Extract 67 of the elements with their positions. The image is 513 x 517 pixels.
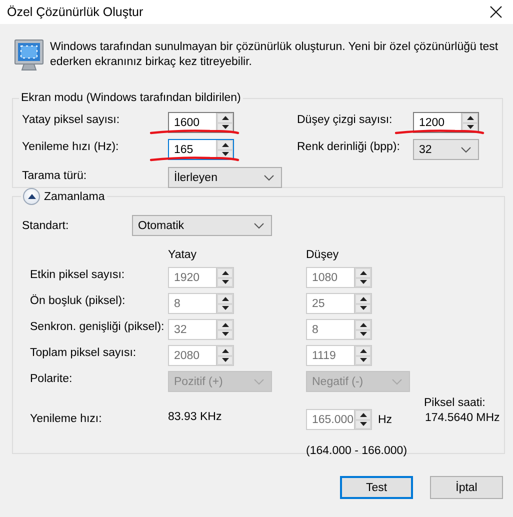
field-label: Tarama türü:: [22, 169, 88, 184]
column-header: Düşey: [306, 248, 340, 262]
spin-up-button[interactable]: [217, 113, 233, 122]
down-arrow-icon: [222, 280, 228, 284]
up-arrow-icon: [360, 412, 366, 417]
down-arrow-icon: [222, 332, 228, 336]
up-arrow-icon: [466, 116, 474, 120]
chevron-down-icon: [392, 378, 402, 384]
up-arrow-icon: [360, 270, 366, 275]
field-label: Piksel saati:: [424, 397, 486, 409]
up-arrow-icon: [360, 322, 366, 327]
unit-label: Hz: [378, 414, 392, 426]
field-label: Standart:: [22, 220, 70, 232]
dialog-button[interactable]: İptal: [430, 476, 503, 499]
dropdown[interactable]: İlerleyen: [168, 167, 282, 188]
monitor-icon: [14, 39, 44, 71]
value-text: 83.93 KHz: [168, 411, 223, 423]
up-arrow-icon: [222, 296, 228, 301]
column-header: Yatay: [168, 248, 198, 262]
up-arrow-icon: [222, 142, 228, 147]
range-text: (164.000 - 166.000): [306, 445, 408, 457]
dropdown[interactable]: Otomatik: [132, 215, 272, 236]
field-label: Senkron. genişliği (piksel):: [30, 320, 166, 335]
up-arrow-icon: [222, 270, 228, 275]
field-label: Yatay piksel sayısı:: [22, 113, 121, 128]
chevron-down-icon: [264, 174, 274, 180]
dropdown[interactable]: 32: [413, 139, 479, 160]
down-arrow-icon: [466, 125, 474, 130]
down-arrow-icon: [222, 152, 228, 156]
down-arrow-icon: [360, 306, 366, 310]
chevron-down-icon: [254, 222, 264, 228]
down-arrow-icon: [360, 358, 366, 362]
field-label: Yenileme hızı (Hz):: [22, 140, 120, 155]
value-text: 174.5640 MHz: [424, 412, 501, 424]
close-icon: [490, 6, 502, 18]
up-arrow-icon: [222, 322, 228, 327]
down-arrow-icon: [222, 125, 228, 130]
up-arrow-icon: [222, 348, 228, 353]
chevron-down-icon: [254, 378, 264, 384]
spin-field[interactable]: 1600: [168, 112, 234, 133]
up-arrow-icon: [28, 194, 36, 199]
spin-field[interactable]: 1200: [413, 112, 479, 133]
down-arrow-icon: [360, 422, 366, 426]
down-arrow-icon: [222, 358, 228, 362]
down-arrow-icon: [360, 332, 366, 336]
spin-up-button[interactable]: [217, 140, 233, 150]
chevron-down-icon: [461, 146, 471, 152]
collapse-button[interactable]: [23, 188, 40, 205]
spin-field[interactable]: 165: [168, 139, 234, 160]
down-arrow-icon: [360, 280, 366, 284]
description-text: Windows tarafından sunulmayan bir çözünürlük oluşturun. Yeni bir özel çözünürlüğü test ederken ekranınız birkaç kez titreyebilir.: [50, 40, 500, 70]
field-label: Yenileme hızı:: [30, 412, 103, 427]
section-title: Zamanlama: [44, 190, 105, 202]
field-label: Ön boşluk (piksel):: [30, 293, 126, 309]
window-title: Özel Çözünürlük Oluştur: [7, 5, 144, 19]
field-label: Renk derinliği (bpp):: [297, 140, 401, 155]
dialog-button[interactable]: Test: [340, 476, 413, 499]
field-label: Düşey çizgi sayısı:: [297, 113, 394, 128]
down-arrow-icon: [222, 306, 228, 310]
spin-up-button[interactable]: [462, 113, 478, 122]
up-arrow-icon: [360, 348, 366, 353]
group-legend: Ekran modu (Windows tarafından bildirilen): [19, 92, 243, 104]
field-label: Polarite:: [30, 372, 74, 387]
up-arrow-icon: [360, 296, 366, 301]
up-arrow-icon: [222, 116, 228, 120]
field-label: Etkin piksel sayısı:: [30, 268, 126, 283]
field-label: Toplam piksel sayısı:: [30, 346, 138, 361]
